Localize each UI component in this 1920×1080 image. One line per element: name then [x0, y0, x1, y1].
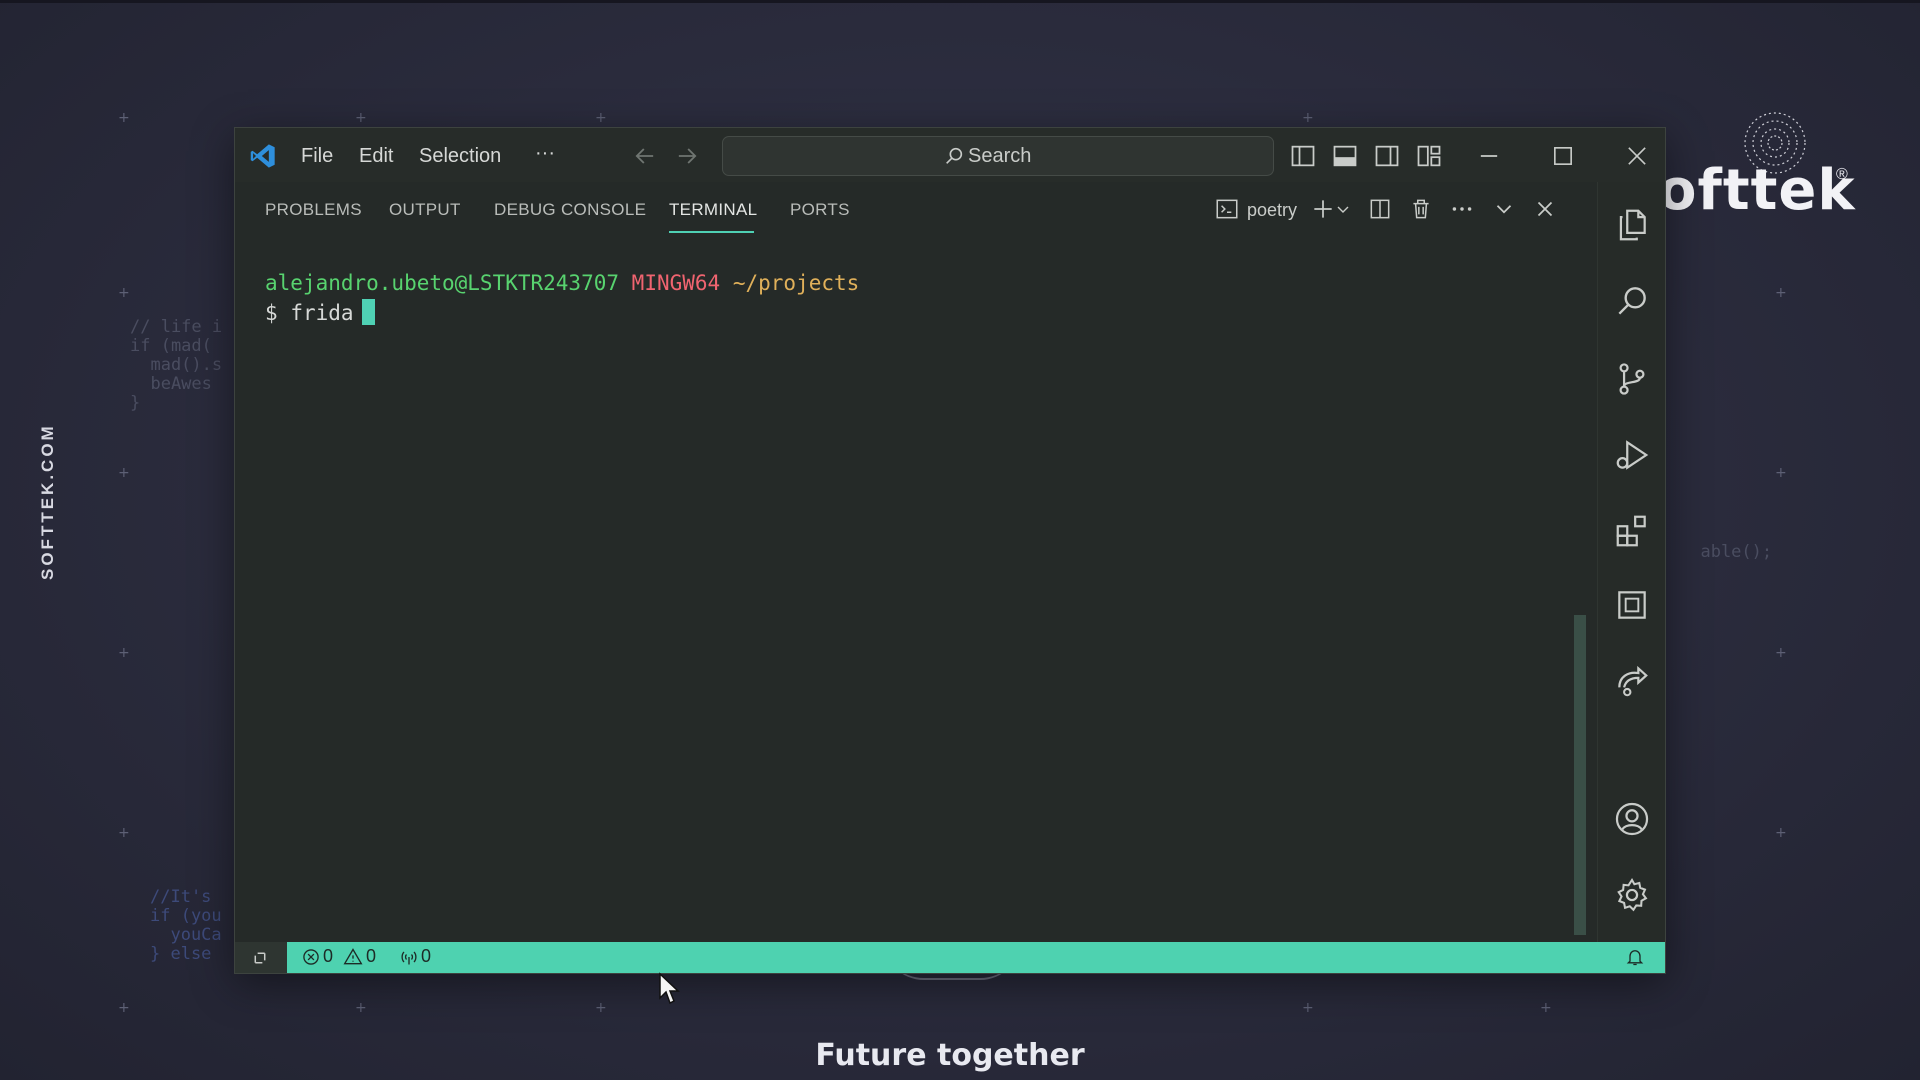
terminal-command: frida: [290, 301, 354, 325]
brand-name: ofttek: [1658, 158, 1856, 223]
forward-arrow-icon[interactable]: [673, 142, 701, 170]
terminal-profile-icon[interactable]: [1214, 196, 1240, 222]
bg-plus: +: [1775, 465, 1787, 481]
toggle-secondary-sidebar-icon[interactable]: [1373, 142, 1401, 170]
menu-more[interactable]: ···: [535, 142, 555, 165]
bg-plus: +: [1775, 645, 1787, 661]
error-icon[interactable]: [301, 947, 321, 967]
customize-layout-icon[interactable]: [1415, 142, 1443, 170]
bg-code-snippet: able();: [1680, 542, 1773, 562]
warning-icon[interactable]: [343, 947, 363, 967]
maximize-icon[interactable]: [1549, 142, 1577, 170]
terminal-prompt-symbol: $: [265, 301, 278, 325]
run-and-debug-icon[interactable]: [1613, 436, 1651, 474]
search-label: Search: [968, 145, 1032, 167]
source-control-icon[interactable]: [1613, 360, 1651, 398]
activity-bar: [1597, 182, 1665, 942]
tab-ports[interactable]: PORTS: [790, 200, 850, 220]
title-bar: File Edit Selection ··· Search: [235, 128, 1665, 182]
toggle-panel-icon[interactable]: [1331, 142, 1359, 170]
bg-plus: +: [118, 110, 130, 126]
bg-plus: +: [595, 110, 607, 126]
menu-selection[interactable]: Selection: [419, 145, 501, 168]
split-terminal-icon[interactable]: [1367, 196, 1393, 222]
error-count[interactable]: 0: [323, 946, 333, 967]
bg-code-snippet: // life i if (mad( mad().s beAwes }: [130, 317, 223, 413]
search-icon: [946, 147, 963, 164]
tab-output[interactable]: OUTPUT: [389, 200, 461, 220]
terminal-output[interactable]: alejandro.ubeto@LSTKTR243707 MINGW64 ~/p…: [265, 268, 859, 328]
tab-terminal[interactable]: TERMINAL: [669, 200, 757, 220]
terminal-command-line: $ frida: [265, 298, 859, 328]
bg-plus: +: [118, 465, 130, 481]
bg-plus: +: [1775, 825, 1787, 841]
terminal-user-host: alejandro.ubeto@LSTKTR243707: [265, 271, 620, 295]
terminal-profile-label[interactable]: poetry: [1247, 200, 1297, 221]
bg-plus: +: [1302, 1000, 1314, 1016]
more-actions-icon[interactable]: [1449, 196, 1475, 222]
tab-debug-console[interactable]: DEBUG CONSOLE: [494, 200, 646, 220]
remote-connection-icon: [254, 952, 266, 964]
top-edge: [0, 0, 1920, 3]
bg-plus: +: [1302, 110, 1314, 126]
status-bar: 0 0 0: [235, 942, 1665, 973]
active-tab-indicator: [669, 231, 754, 233]
extensions-icon[interactable]: [1613, 512, 1651, 550]
ports-count[interactable]: 0: [421, 946, 431, 967]
gear-icon[interactable]: [1613, 876, 1651, 914]
close-panel-icon[interactable]: [1532, 196, 1558, 222]
command-center-search[interactable]: Search: [722, 136, 1274, 176]
toggle-primary-sidebar-icon[interactable]: [1289, 142, 1317, 170]
bg-plus: +: [595, 1000, 607, 1016]
bg-plus: +: [118, 285, 130, 301]
bg-plus: +: [1540, 1000, 1552, 1016]
menu-file[interactable]: File: [301, 145, 333, 168]
terminal-scrollbar[interactable]: [1574, 615, 1586, 935]
close-window-icon[interactable]: [1623, 142, 1651, 170]
warning-count[interactable]: 0: [366, 946, 376, 967]
terminal-path: ~/projects: [732, 271, 860, 295]
account-icon[interactable]: [1613, 800, 1651, 838]
remote-indicator[interactable]: [235, 942, 287, 973]
menu-edit[interactable]: Edit: [359, 145, 393, 168]
bg-plus: +: [118, 1000, 130, 1016]
mouse-pointer-icon: [659, 972, 680, 1005]
live-share-icon[interactable]: [1613, 662, 1651, 700]
tagline: Future together: [815, 1038, 1085, 1073]
ports-antenna-icon[interactable]: [399, 947, 419, 967]
trash-icon[interactable]: [1408, 196, 1434, 222]
terminal-cursor: [361, 299, 375, 325]
notifications-bell-icon[interactable]: [1625, 947, 1645, 967]
bg-plus: +: [1775, 285, 1787, 301]
chevron-down-icon[interactable]: [1334, 196, 1352, 222]
bg-code-snippet: //It's if (you youCa } else: [150, 887, 222, 964]
vscode-window: File Edit Selection ··· Search PROBLEMS …: [234, 127, 1666, 974]
minimize-icon[interactable]: [1475, 142, 1503, 170]
bg-plus: +: [355, 110, 367, 126]
new-terminal-plus-icon[interactable]: [1310, 196, 1336, 222]
vertical-brand-text: SOFTTEK.COM: [38, 423, 57, 580]
brand-registered-mark: ®: [1836, 166, 1848, 183]
explorer-files-icon[interactable]: [1613, 206, 1651, 244]
back-arrow-icon[interactable]: [631, 142, 659, 170]
bg-plus: +: [118, 825, 130, 841]
panel-tab-bar: PROBLEMS OUTPUT DEBUG CONSOLE TERMINAL P…: [235, 182, 1585, 236]
search-icon[interactable]: [1613, 282, 1651, 320]
remote-explorer-icon[interactable]: [1613, 586, 1651, 624]
bg-plus: +: [355, 1000, 367, 1016]
bg-plus: +: [118, 645, 130, 661]
terminal-system: MINGW64: [631, 271, 721, 295]
vscode-logo-icon: [250, 144, 275, 168]
tab-problems[interactable]: PROBLEMS: [265, 200, 362, 220]
terminal-prompt-line: alejandro.ubeto@LSTKTR243707 MINGW64 ~/p…: [265, 268, 859, 298]
collapse-panel-chevron-icon[interactable]: [1491, 196, 1517, 222]
